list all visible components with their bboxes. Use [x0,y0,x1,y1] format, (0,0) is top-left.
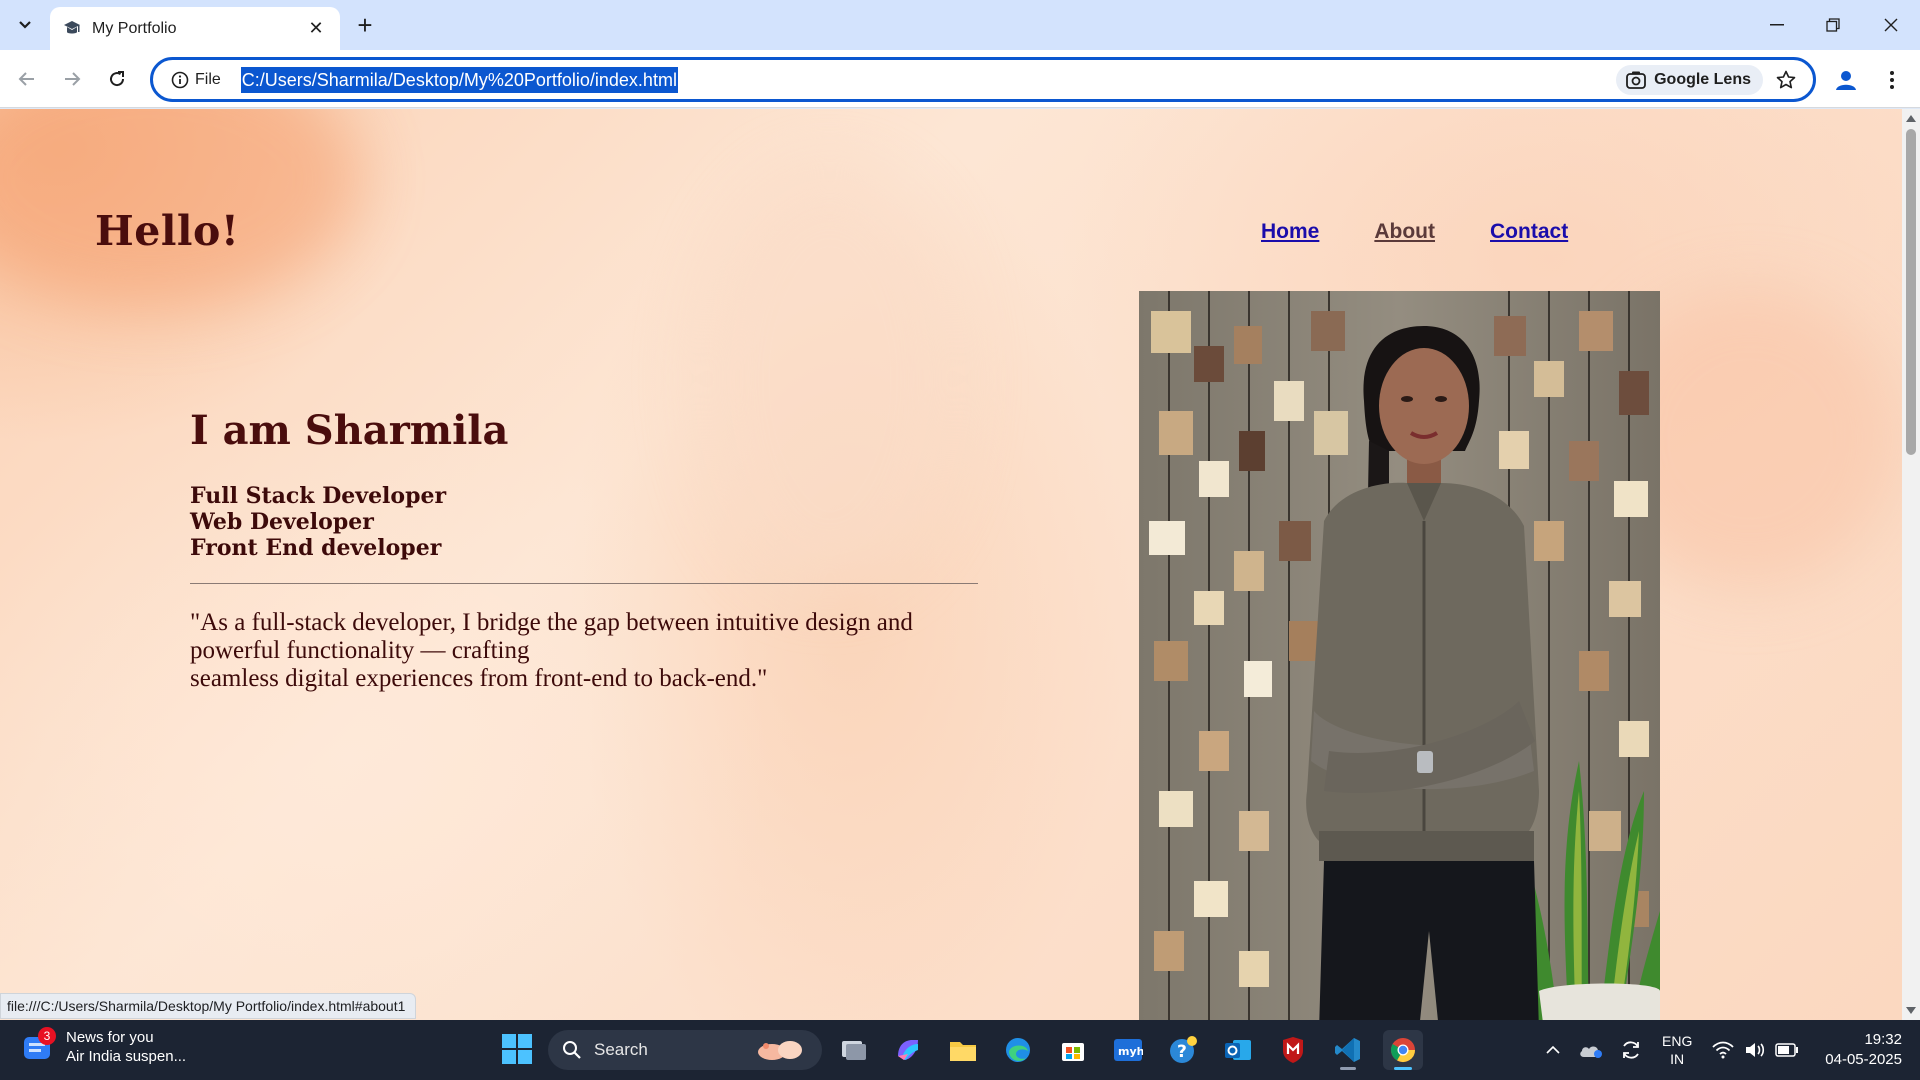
role-item: Full Stack Developer [190,483,447,509]
graduation-cap-icon [62,19,82,39]
more-vert-icon [1890,71,1894,89]
intro-heading: I am Sharmila [190,407,509,454]
show-hidden-icons-button[interactable] [1533,1030,1573,1070]
nav-link-about[interactable]: About [1374,220,1435,244]
running-indicator [1340,1067,1356,1070]
star-icon [1776,70,1796,89]
site-info-chip[interactable]: File [165,64,229,96]
profile-photo-illustration [1139,291,1660,1020]
site-chip-label: File [195,70,221,88]
site-nav: Home About Contact [1261,220,1568,244]
nav-link-home[interactable]: Home [1261,220,1319,244]
tab-title: My Portfolio [92,19,177,37]
help-icon[interactable]: ? [1163,1030,1203,1070]
edge-icon[interactable] [998,1030,1038,1070]
quote-line: "As a full-stack developer, I bridge the… [190,609,913,636]
active-indicator [1394,1067,1412,1070]
url-text[interactable]: C:/Users/Sharmila/Desktop/My%20Portfolio… [240,66,678,93]
restore-button[interactable] [1808,6,1858,44]
tab-strip: My Portfolio ✕ + [0,0,1920,50]
browser-toolbar: File C:/Users/Sharmila/Desktop/My%20Port… [0,50,1920,108]
page-scrollbar[interactable] [1902,109,1920,1020]
google-lens-label: Google Lens [1654,71,1751,88]
address-bar[interactable]: File C:/Users/Sharmila/Desktop/My%20Port… [150,57,1816,102]
chevron-up-icon [1546,1046,1560,1054]
search-highlight-icon [758,1041,802,1060]
nav-link-contact[interactable]: Contact [1490,220,1568,244]
onedrive-icon[interactable] [1573,1030,1609,1070]
volume-icon[interactable] [1738,1030,1772,1070]
chevron-down-icon [19,21,31,29]
reload-button[interactable] [98,60,136,98]
background-wash [700,169,960,589]
close-window-button[interactable] [1866,6,1916,44]
profile-button[interactable] [1828,62,1864,98]
mcafee-icon[interactable] [1273,1030,1313,1070]
language-line1: ENG [1662,1033,1693,1049]
forward-button[interactable] [53,60,91,98]
news-title: News for you [66,1029,154,1046]
vscode-icon[interactable] [1328,1030,1368,1070]
back-button[interactable] [8,60,46,98]
svg-text:?: ? [1177,1042,1187,1062]
minimize-button[interactable] [1752,6,1802,44]
person-icon [1836,71,1856,90]
page-viewport: Hello! Home About Contact I am Sharmila … [0,109,1902,1020]
camera-lens-icon [1626,71,1646,89]
arrow-left-icon [18,72,34,86]
info-icon [171,71,189,88]
sync-icon[interactable] [1613,1030,1649,1070]
hp-app-icon[interactable]: myhp [1108,1030,1148,1070]
search-label: Search [594,1040,648,1059]
scroll-down-icon[interactable] [1905,1005,1917,1015]
new-tab-button[interactable]: + [350,10,380,40]
file-explorer-icon[interactable] [943,1030,983,1070]
microsoft-store-icon[interactable] [1053,1030,1093,1070]
clock-date: 04-05-2025 [1825,1051,1902,1068]
news-subtitle: Air India suspen... [66,1048,187,1065]
outlook-icon[interactable] [1218,1030,1258,1070]
news-badge: 3 [38,1027,56,1045]
profile-photo [1139,291,1660,1020]
reload-icon [110,71,125,87]
section-divider [190,583,978,584]
scroll-up-icon[interactable] [1905,113,1917,123]
close-icon [1884,18,1898,32]
roles-list: Full Stack Developer Web Developer Front… [190,483,446,561]
taskbar: 3 News for you Air India suspen... Searc… [0,1020,1920,1080]
minimize-icon [1770,24,1784,26]
quote-line: seamless digital experiences from front-… [190,665,768,692]
quote-line: powerful functionality — crafting [190,637,530,664]
news-text: News for you Air India suspen... [66,1028,186,1066]
copilot-icon[interactable] [888,1030,928,1070]
news-widget[interactable]: 3 News for you Air India suspen... [20,1027,186,1066]
chrome-menu-button[interactable] [1874,62,1910,98]
scroll-thumb[interactable] [1906,129,1916,455]
bookmark-button[interactable] [1769,63,1803,97]
svg-text:myhp: myhp [1118,1045,1143,1058]
news-icon: 3 [20,1027,56,1065]
battery-icon[interactable] [1770,1030,1804,1070]
role-item: Front End developer [190,535,442,561]
chrome-icon[interactable] [1383,1030,1423,1070]
windows-start-icon[interactable] [502,1034,532,1064]
clock-time: 19:32 [1864,1031,1902,1048]
arrow-right-icon [65,72,81,86]
taskbar-search[interactable]: Search [548,1030,822,1070]
tab-search-button[interactable] [8,9,42,41]
restore-icon [1826,18,1840,32]
task-view-icon[interactable] [834,1030,874,1070]
tab-my-portfolio[interactable]: My Portfolio ✕ [50,7,340,50]
language-line2: IN [1670,1051,1685,1067]
intro-quote: "As a full-stack developer, I bridge the… [190,609,990,693]
google-lens-button[interactable]: Google Lens [1616,65,1763,95]
search-icon [563,1041,581,1059]
status-bar-url: file:///C:/Users/Sharmila/Desktop/My Por… [0,993,417,1019]
close-tab-icon[interactable]: ✕ [304,17,328,41]
role-item: Web Developer [190,509,374,535]
language-indicator[interactable]: ENG IN [1662,1032,1692,1068]
greeting-heading: Hello! [95,207,240,255]
clock[interactable]: 19:32 04-05-2025 [1812,1030,1902,1070]
wifi-icon[interactable] [1706,1030,1740,1070]
